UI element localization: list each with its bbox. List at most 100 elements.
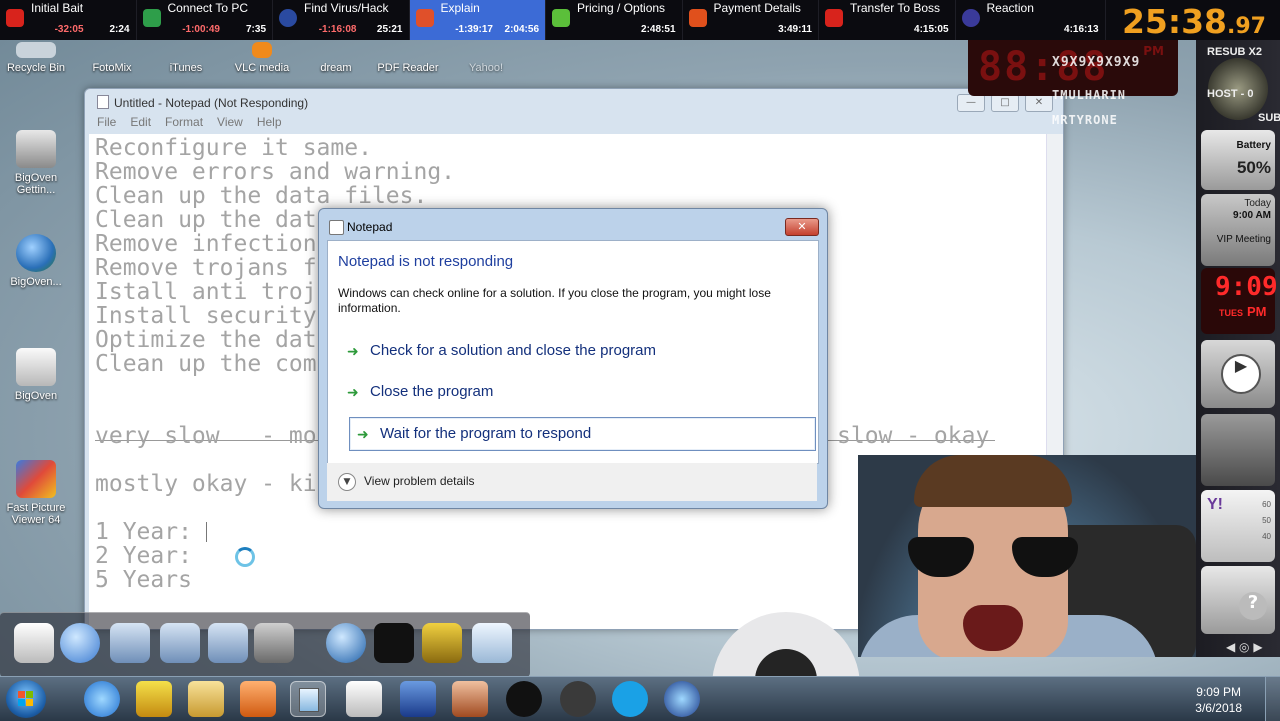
text-line: 5 Years <box>95 567 192 593</box>
slideshow-gadget <box>1201 414 1275 486</box>
dialog-message: Windows can check online for a solution.… <box>338 286 771 315</box>
calendar-gadget: Today 9:00 AM VIP Meeting <box>1201 194 1275 266</box>
check-solution-option[interactable]: ➜ Check for a solution and close the pro… <box>340 335 806 369</box>
green-arrow-icon: ➜ <box>357 427 369 443</box>
show-desktop-button[interactable] <box>1265 677 1280 721</box>
desktop-icon-recycle-bin[interactable]: Recycle Bin <box>0 42 72 74</box>
split-time: 3:49:11 <box>778 24 812 35</box>
text-line: Remove trojans f <box>95 255 317 281</box>
recycle-bin-icon[interactable] <box>472 623 512 663</box>
text-line: Remove errors and warning. <box>95 159 456 185</box>
folder-icon[interactable] <box>208 623 248 663</box>
mascot-icon <box>961 9 980 27</box>
led-clock-pm: PM <box>1143 44 1164 58</box>
chevron-down-icon[interactable]: ▼ <box>338 473 356 491</box>
itunes-icon <box>166 42 206 58</box>
text-line: slow - okay <box>837 423 990 449</box>
desktop-icon-bigoven[interactable]: BigOven <box>0 348 72 402</box>
settings-tools-icon[interactable] <box>422 623 462 663</box>
fotomix-icon <box>92 42 132 58</box>
desktop-icon-dream[interactable]: dream <box>300 42 372 74</box>
desktop-icon-label: dream <box>320 62 352 74</box>
media-player-icon[interactable] <box>240 681 276 717</box>
dell-icon[interactable] <box>506 681 542 717</box>
desktop-icon-vlc[interactable]: VLC media <box>226 42 298 74</box>
word-document-icon[interactable] <box>400 681 436 717</box>
skype-icon[interactable] <box>612 681 648 717</box>
notepad-icon <box>97 95 109 109</box>
split-find-virus: Find Virus/Hack -1:16:08 25:21 <box>273 0 410 40</box>
document-icon[interactable] <box>14 623 54 663</box>
split-delta: -32:05 <box>54 24 84 35</box>
view-problem-details-link[interactable]: View problem details <box>364 474 475 488</box>
remote-support-icon[interactable] <box>560 681 596 717</box>
taskbar: 9:09 PM 3/6/2018 <box>0 676 1280 721</box>
main-timer-value: 25:38 <box>1121 2 1228 41</box>
close-button[interactable]: ✕ <box>1025 94 1053 112</box>
internet-explorer-icon[interactable] <box>84 681 120 717</box>
menu-edit[interactable]: Edit <box>130 115 151 129</box>
split-time: 2:24 <box>109 24 130 35</box>
desktop-icon-fast-picture-viewer[interactable]: Fast Picture Viewer 64 <box>0 460 72 526</box>
fast-picture-viewer-icon <box>16 460 56 498</box>
minimize-button[interactable]: — <box>957 94 985 112</box>
desktop-icon-label: BigOven Gettin... <box>14 172 58 196</box>
desktop-icon-itunes[interactable]: iTunes <box>150 42 222 74</box>
fire-icon <box>688 9 707 27</box>
system-clock[interactable]: 9:09 PM 3/6/2018 <box>1195 684 1242 716</box>
menu-file[interactable]: File <box>97 115 116 129</box>
digital-clock-pm: PM <box>1247 304 1267 319</box>
text-line: Istall anti troj <box>95 279 317 305</box>
card-icon <box>825 9 843 27</box>
split-time: 4:16:13 <box>1064 24 1099 35</box>
menu-help[interactable]: Help <box>257 115 282 129</box>
maximize-button[interactable]: □ <box>991 94 1019 112</box>
file-explorer-icon[interactable] <box>188 681 224 717</box>
desktop-icon-label: PDF Reader <box>377 62 439 74</box>
menu-format[interactable]: Format <box>165 115 203 129</box>
internet-icon[interactable] <box>326 623 366 663</box>
card-icon <box>415 9 434 27</box>
desktop-icon-pdf-reader[interactable]: PDF Reader <box>372 42 444 74</box>
tools-icon[interactable] <box>254 623 294 663</box>
battery-label: Battery <box>1236 140 1271 151</box>
folder-icon[interactable] <box>110 623 150 663</box>
desktop-icon-yahoo[interactable]: Yahoo! <box>450 42 522 74</box>
split-name: Payment Details <box>713 1 801 15</box>
main-timer-ms: .97 <box>1227 14 1266 39</box>
media-player-gadget: ▶ <box>1201 340 1275 408</box>
gadget-sidebar: RESUB X2 HOST - 0 SUB Battery 50% Today … <box>1196 40 1280 657</box>
split-time: 25:21 <box>376 24 403 35</box>
split-reaction: Reaction 4:16:13 <box>956 0 1106 40</box>
option-label: Wait for the program to respond <box>380 425 592 442</box>
solitaire-icon[interactable] <box>346 681 382 717</box>
system-date: 3/6/2018 <box>1195 701 1242 715</box>
desktop-icon-bigoven-getting-started[interactable]: BigOven Gettin... <box>0 130 72 196</box>
split-name: Transfer To Boss <box>850 1 941 15</box>
wait-for-program-option[interactable]: ➜ Wait for the program to respond <box>349 417 816 451</box>
split-transfer-to-boss: Transfer To Boss 4:15:05 <box>819 0 956 40</box>
desktop-icon-fotomix[interactable]: FotoMix <box>76 42 148 74</box>
digital-clock-day: TUES <box>1219 308 1244 318</box>
start-button[interactable] <box>6 680 46 718</box>
vpn-globe-icon[interactable] <box>664 681 700 717</box>
weather-gadget: ? <box>1201 566 1275 634</box>
pdf-icon[interactable] <box>136 681 172 717</box>
split-name: Reaction <box>986 1 1034 15</box>
split-name: Find Virus/Hack <box>304 1 389 15</box>
taskbar-notepad-button[interactable] <box>290 681 326 717</box>
menu-view[interactable]: View <box>217 115 243 129</box>
desktop-icon-bigoven-globe[interactable]: BigOven... <box>0 234 72 288</box>
sidebar-controls-icon[interactable]: ◀ ◎ ▶ <box>1226 640 1263 654</box>
help-icon[interactable]: ? <box>1239 592 1267 620</box>
text-line: 1 Year: <box>95 519 206 545</box>
globe-icon[interactable] <box>60 623 100 663</box>
dialog-close-button[interactable]: ✕ <box>785 218 819 236</box>
tshirt-icon[interactable] <box>374 623 414 663</box>
contacts-icon[interactable] <box>452 681 488 717</box>
close-program-option[interactable]: ➜ Close the program <box>340 376 806 410</box>
desktop-icon-label: VLC media <box>234 62 290 74</box>
calendar-time: 9:00 AM <box>1233 210 1271 221</box>
folder-icon[interactable] <box>160 623 200 663</box>
play-icon[interactable]: ▶ <box>1221 354 1261 394</box>
